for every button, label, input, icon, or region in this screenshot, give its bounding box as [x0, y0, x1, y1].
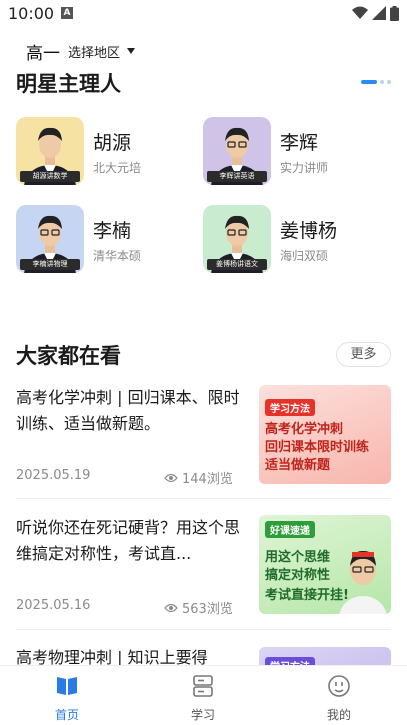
signal-icon [372, 6, 386, 20]
nav-study-label[interactable]: 学习 [153, 706, 253, 723]
teacher-photo-caption: 姜博杨讲语文 [207, 259, 267, 270]
teacher-photo: 李楠讲物理 [16, 205, 84, 273]
teacher-name: 胡源 [93, 132, 132, 154]
grade-region-selector[interactable]: 高一 选择地区 [26, 39, 136, 64]
article-date: 2025.05.19 [16, 468, 91, 483]
article-thumbnail: 学习方法 高考化学冲刺 回归课本限时训练 适当做新题 [259, 385, 391, 484]
nav-home-label[interactable]: 首页 [17, 706, 117, 723]
teacher-photo-caption: 胡源讲数学 [20, 171, 80, 182]
teacher-desc: 实力讲师 [280, 161, 329, 175]
indicator-dot-active [361, 80, 377, 84]
article-views: 563浏览 [164, 598, 233, 617]
grade-label[interactable]: 高一 [26, 39, 60, 64]
more-button[interactable]: 更多 [336, 342, 391, 367]
wifi-icon [352, 6, 368, 19]
teacher-photo-caption: 李辉讲英语 [207, 171, 267, 182]
thumbnail-text: 回归课本限时训练 [265, 440, 370, 455]
article-title: 听说你还在死记硬背？用这个思维搞定对称性，考试直... [16, 518, 241, 563]
region-label[interactable]: 选择地区 [68, 42, 120, 61]
thumbnail-text: 考试直接开挂! [265, 588, 349, 603]
caret-down-icon[interactable] [127, 48, 136, 54]
indicator-dot [380, 80, 384, 84]
nav-home[interactable]: 首页 [17, 666, 117, 725]
teacher-card[interactable]: 李楠讲物理 李楠 清华本硕 [16, 205, 196, 275]
thumbnail-text: 用这个思维 [265, 550, 331, 565]
teacher-name: 姜博杨 [280, 220, 338, 242]
study-icon[interactable] [191, 674, 215, 698]
article-item[interactable]: 听说你还在死记硬背？用这个思维搞定对称性，考试直... 2025.05.16 5… [16, 515, 391, 617]
teacher-desc: 海归双硕 [280, 249, 329, 263]
thumbnail-text: 高考化学冲刺 [265, 422, 344, 437]
nav-profile[interactable]: 我的 [289, 666, 389, 725]
teacher-photo: 李辉讲英语 [203, 117, 271, 185]
teacher-desc: 北大元培 [93, 161, 142, 175]
notification-icon: A [61, 7, 73, 19]
article-title: 高考化学冲刺 | 回归课本、限时训练、适当做新题。 [16, 388, 240, 433]
article-views-count: 144浏览 [182, 472, 233, 487]
nav-study[interactable]: 学习 [153, 666, 253, 725]
divider [16, 629, 391, 630]
article-item[interactable]: 高考化学冲刺 | 回归课本、限时训练、适当做新题。 2025.05.19 144… [16, 385, 391, 487]
article-thumbnail: 学习方法 [259, 647, 391, 665]
popular-section-title: 大家都在看 [16, 344, 121, 368]
thumbnail-tag: 学习方法 [265, 657, 315, 665]
teachers-section-title: 明星主理人 [16, 72, 121, 96]
teacher-name: 李辉 [280, 132, 319, 154]
status-bar: 10:00 A [0, 0, 407, 30]
teacher-card[interactable]: 胡源讲数学 胡源 北大元培 [16, 117, 196, 187]
article-views-count: 563浏览 [182, 602, 233, 617]
status-icons [352, 5, 399, 21]
article-date: 2025.05.16 [16, 598, 91, 613]
article-title: 高考物理冲刺 | 知识上要得 [16, 648, 208, 665]
thumbnail-text: 适当做新题 [265, 458, 331, 473]
book-icon[interactable] [55, 674, 79, 698]
battery-icon [390, 5, 399, 21]
nav-profile-label[interactable]: 我的 [289, 706, 389, 723]
article-views: 144浏览 [164, 468, 233, 487]
status-time: 10:00 [8, 4, 55, 23]
teacher-photo: 胡源讲数学 [16, 117, 84, 185]
teacher-photo-caption: 李楠讲物理 [20, 259, 80, 270]
article-item[interactable]: 高考物理冲刺 | 知识上要得 学习方法 [16, 645, 391, 665]
thumbnail-text: 搞定对称性 [265, 568, 331, 583]
eye-icon [164, 473, 178, 482]
eye-icon [164, 603, 178, 612]
carousel-indicator [361, 80, 391, 84]
teacher-card[interactable]: 李辉讲英语 李辉 实力讲师 [203, 117, 383, 187]
bottom-nav: 首页 学习 我的 [0, 665, 407, 725]
thumbnail-tag: 好课速递 [265, 521, 315, 538]
divider [16, 498, 391, 499]
thumbnail-tag: 学习方法 [265, 399, 315, 416]
teacher-card[interactable]: 姜博杨讲语文 姜博杨 海归双硕 [203, 205, 383, 275]
smiley-icon[interactable] [327, 674, 351, 698]
teacher-photo: 姜博杨讲语文 [203, 205, 271, 273]
teacher-desc: 清华本硕 [93, 249, 142, 263]
article-thumbnail: 好课速递 用这个思维 搞定对称性 考试直接开挂! [259, 515, 391, 614]
indicator-dot [387, 80, 391, 84]
teacher-name: 李楠 [93, 220, 132, 242]
